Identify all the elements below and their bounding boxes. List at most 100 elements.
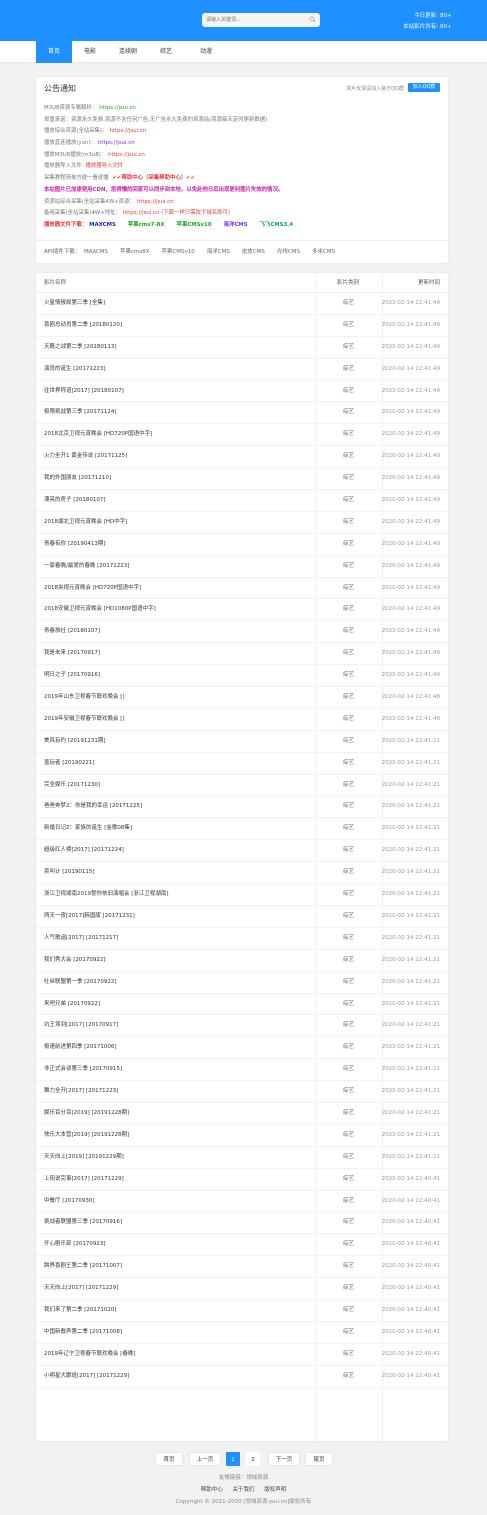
prev-page-button[interactable]: 上一页 bbox=[189, 1452, 221, 1466]
table-row[interactable]: 极限挑战第三季 [20171124] 综艺 2020-02-14 22:41:49 bbox=[36, 402, 448, 425]
table-row[interactable]: 盖玩者 [20190221] 综艺 2020-02-14 22:41:21 bbox=[36, 753, 448, 775]
table-row[interactable]: 美风有约 [20191231期] 综艺 2020-02-14 22:41:21 bbox=[36, 731, 448, 753]
table-row[interactable]: 明日之子 [20170916] 综艺 2020-02-14 22:41:49 bbox=[36, 665, 448, 688]
table-row[interactable]: 两天一夜[2017]韩国版 [20171231] 综艺 2020-02-14 22:… bbox=[36, 906, 448, 928]
video-title-link[interactable]: 卖叫计 [20190115] bbox=[44, 862, 95, 884]
table-row[interactable]: 天籁之战第二季 [20180113] 综艺 2020-02-14 22:41:49 bbox=[36, 337, 448, 359]
video-title-link[interactable]: 娱乐百分百[2019] [20191228期] bbox=[44, 1103, 129, 1125]
footer-link-about[interactable]: 关于我们 bbox=[232, 1487, 254, 1493]
nav-item-variety[interactable]: 综艺 bbox=[148, 41, 184, 63]
api-link[interactable]: 海洋CMS bbox=[207, 249, 230, 255]
video-title-link[interactable]: 非正式会谈第三季 [20170915] bbox=[44, 1059, 122, 1081]
table-row[interactable]: 2019年安徽卫视春节联欢晚会 [] 综艺 2020-02-14 22:41:48 bbox=[36, 709, 448, 731]
video-title-link[interactable]: 两天一夜[2017]韩国版 [20171231] bbox=[44, 906, 135, 928]
table-row[interactable]: 青春旅社 [20180107] 综艺 2020-02-14 22:41:49 bbox=[36, 621, 448, 644]
video-title-link[interactable]: 中餐厅 [20170930] bbox=[44, 1191, 95, 1213]
table-row[interactable]: 来吧兄弟 [20170922] 综艺 2020-02-14 22:41:21 bbox=[36, 994, 448, 1016]
table-row[interactable]: 小明星大跟班[2017] [20171229] 综艺 2020-02-14 22:4… bbox=[36, 1366, 448, 1388]
video-title-link[interactable]: 我是未来 [20170917] bbox=[44, 643, 100, 665]
video-title-link[interactable]: 2019年辽宁卫视春节联欢晚会 [春晚] bbox=[44, 1344, 136, 1366]
table-row[interactable]: 青春有你 [20190413期] 综艺 2020-02-14 22:41:49 bbox=[36, 534, 448, 556]
video-title-link[interactable]: 喜剧总动员第二季 [20180120] bbox=[44, 315, 122, 337]
notice-link[interactable]: MAXCMS bbox=[89, 222, 116, 228]
video-title-link[interactable]: 极限挑战第三季 [20171124] bbox=[44, 402, 117, 424]
video-title-link[interactable]: 2018湖北卫视元宵晚会 [HD中字] bbox=[44, 512, 127, 534]
next-page-button[interactable]: 下一页 bbox=[268, 1452, 300, 1466]
video-title-link[interactable]: 漂亮的房子 [20180107] bbox=[44, 490, 106, 512]
video-title-link[interactable]: 人气歌谣[2017] [20171217] bbox=[44, 928, 118, 950]
video-title-link[interactable]: 天天向上[2019] [20191229期] bbox=[44, 1147, 124, 1169]
video-title-link[interactable]: 坑王驾到[2017] [20170917] bbox=[44, 1015, 118, 1037]
video-title-link[interactable]: 青春旅社 [20180107] bbox=[44, 621, 100, 643]
video-title-link[interactable]: 浙江卫视湖南2019誓你依旧演唱会 [浙江卫视湖南] bbox=[44, 884, 169, 906]
search-icon[interactable] bbox=[309, 16, 316, 23]
video-title-link[interactable]: 新婚日记2：家族的诞生 [金歌08集] bbox=[44, 818, 132, 840]
notice-link[interactable]: https://jsui.cn bbox=[108, 152, 145, 158]
table-row[interactable]: 2018安徽卫视元宵晚会 [HD1080P国语中字] 综艺 2020-02-14 2… bbox=[36, 599, 448, 622]
notice-link[interactable]: https://jsui.cn bbox=[98, 140, 135, 146]
video-title-link[interactable]: 天天向上[2017] [20171229] bbox=[44, 1278, 118, 1300]
video-title-link[interactable]: 跨界喜剧王第二季 [20171007] bbox=[44, 1256, 122, 1278]
last-page-button[interactable]: 尾页 bbox=[305, 1452, 333, 1466]
table-row[interactable]: 天天向上[2019] [20191229期] 综艺 2020-02-14 22:41… bbox=[36, 1147, 448, 1169]
video-title-link[interactable]: 极速前进第四季 [20171006] bbox=[44, 1037, 117, 1059]
table-row[interactable]: 非正式会谈第三季 [20170915] 综艺 2020-02-14 22:41:21 bbox=[36, 1059, 448, 1082]
video-title-link[interactable]: 超级红人榜[2017] [20171224] bbox=[44, 840, 124, 862]
table-row[interactable]: 我们秀大会 [20170922] 综艺 2020-02-14 22:41:21 bbox=[36, 950, 448, 972]
notice-link[interactable]: https://jsui.cn bbox=[99, 105, 136, 111]
api-link[interactable]: 光线CMS bbox=[277, 249, 300, 255]
video-title-link[interactable]: 明日之子 [20170916] bbox=[44, 665, 100, 687]
notice-link[interactable]: 飞飞CMS3.4 bbox=[260, 222, 294, 228]
table-row[interactable]: 中国新歌声第二季 [20171008] 综艺 2020-02-14 22:40:41 bbox=[36, 1322, 448, 1344]
table-row[interactable]: 一家春晚/最爱的春晚 [20171223] 综艺 2020-02-14 22:41:… bbox=[36, 556, 448, 578]
notice-link[interactable]: 苹果cms7-8X bbox=[128, 222, 165, 228]
table-row[interactable]: 火星情报局第三季 [全集] 综艺 2020-02-14 22:41:49 bbox=[36, 293, 448, 315]
table-row[interactable]: 卖叫计 [20190115] 综艺 2020-02-14 22:41:21 bbox=[36, 862, 448, 885]
video-title-link[interactable]: 小明星大跟班[2017] [20171229] bbox=[44, 1366, 129, 1388]
table-row[interactable]: 喜剧总动员第二季 [20180120] 综艺 2020-02-14 22:41:49 bbox=[36, 315, 448, 337]
video-title-link[interactable]: 2019年安徽卫视春节联欢晚会 [] bbox=[44, 709, 125, 731]
video-title-link[interactable]: 开心剧乐部 [20170923] bbox=[44, 1234, 106, 1256]
table-row[interactable]: 爸爸奔梦2：你是我的幸运 [20171225] 综艺 2020-02-14 22:4… bbox=[36, 796, 448, 819]
video-title-link[interactable]: 火力全开1 黄金传说 [20171125] bbox=[44, 446, 127, 468]
api-link[interactable]: 苹果cms8X bbox=[120, 249, 150, 255]
table-row[interactable]: 2018央视元宵晚会 [HD720P国语中字] 综艺 2020-02-14 22:4… bbox=[36, 578, 448, 600]
table-row[interactable]: 2018湖北卫视元宵晚会 [HD中字] 综艺 2020-02-14 22:41:49 bbox=[36, 512, 448, 534]
footer-link-help[interactable]: 帮助中心 bbox=[201, 1487, 223, 1493]
table-row[interactable]: 天天向上[2017] [20171229] 综艺 2020-02-14 22:40:… bbox=[36, 1278, 448, 1300]
table-row[interactable]: 往世界称道[2017] [20180107] 综艺 2020-02-14 22:41… bbox=[36, 381, 448, 403]
table-row[interactable]: 挑战者联盟第三季 [20170916] 综艺 2020-02-14 22:40:41 bbox=[36, 1212, 448, 1235]
table-row[interactable]: 我是未来 [20170917] 综艺 2020-02-14 22:41:49 bbox=[36, 643, 448, 666]
video-title-link[interactable]: 2018北京卫视元宵晚会 [HD720P国语中字] bbox=[44, 424, 152, 446]
video-title-link[interactable]: 天籁之战第二季 [20180113] bbox=[44, 337, 117, 359]
video-title-link[interactable]: 2018央视元宵晚会 [HD720P国语中字] bbox=[44, 578, 141, 600]
video-title-link[interactable]: 一家春晚/最爱的春晚 [20171223] bbox=[44, 556, 129, 578]
table-row[interactable]: 跨界喜剧王第二季 [20171007] 综艺 2020-02-14 22:40:41 bbox=[36, 1256, 448, 1279]
video-title-link[interactable]: 我们秀大会 [20170922] bbox=[44, 950, 106, 972]
video-title-link[interactable]: 快乐大本营[2019] [20191228期] bbox=[44, 1125, 129, 1147]
table-row[interactable]: 超级红人榜[2017] [20171224] 综艺 2020-02-14 22:41… bbox=[36, 840, 448, 863]
footer-link-copyright[interactable]: 版权声明 bbox=[264, 1487, 286, 1493]
video-title-link[interactable]: 来吧兄弟 [20170922] bbox=[44, 994, 100, 1016]
table-row[interactable]: 完全娱乐 [20171230] 综艺 2020-02-14 22:41:21 bbox=[36, 775, 448, 797]
video-title-link[interactable]: 我们来了第二季 [20171020] bbox=[44, 1300, 117, 1322]
notice-link[interactable]: 本站图片已加速使用CDN，您得懂的回家可以同步到本地，以免赴他日后出现更利图片失… bbox=[44, 187, 283, 193]
page-button-1[interactable]: 1 bbox=[226, 1452, 240, 1466]
video-title-link[interactable]: 舞力全开[2017] [20171223] bbox=[44, 1081, 118, 1103]
table-row[interactable]: 上阳说完事[2017] [20171229] 综艺 2020-02-14 22:40… bbox=[36, 1169, 448, 1191]
video-title-link[interactable]: 青春有你 [20190413期] bbox=[44, 534, 106, 556]
video-title-link[interactable]: 火星情报局第三季 [全集] bbox=[44, 293, 105, 315]
table-row[interactable]: 演员的诞生 [20171223] 综艺 2020-02-14 22:41:49 bbox=[36, 359, 448, 381]
table-row[interactable]: 漂亮的房子 [20180107] 综艺 2020-02-14 22:41:49 bbox=[36, 490, 448, 512]
table-row[interactable]: 快乐大本营[2019] [20191228期] 综艺 2020-02-14 22:4… bbox=[36, 1125, 448, 1147]
nav-item-home[interactable]: 首页 bbox=[36, 41, 72, 63]
table-row[interactable]: 2019年山东卫视春节联欢晚会 [] 综艺 2020-02-14 22:41:48 bbox=[36, 687, 448, 709]
nav-item-anime[interactable]: 动漫 bbox=[184, 41, 228, 63]
table-row[interactable]: 人气歌谣[2017] [20171217] 综艺 2020-02-14 22:41:… bbox=[36, 928, 448, 950]
video-title-link[interactable]: 中国新歌声第二季 [20171008] bbox=[44, 1322, 122, 1344]
table-row[interactable]: 浙江卫视湖南2019誓你依旧演唱会 [浙江卫视湖南] 综艺 2020-02-14 2… bbox=[36, 884, 448, 906]
api-link[interactable]: 苹果CMSv10 bbox=[161, 249, 194, 255]
nav-item-movie[interactable]: 电影 bbox=[72, 41, 108, 63]
notice-link[interactable]: 苹果CMSv10 bbox=[177, 222, 212, 228]
video-title-link[interactable]: 爸爸奔梦2：你是我的幸运 [20171225] bbox=[44, 796, 142, 818]
